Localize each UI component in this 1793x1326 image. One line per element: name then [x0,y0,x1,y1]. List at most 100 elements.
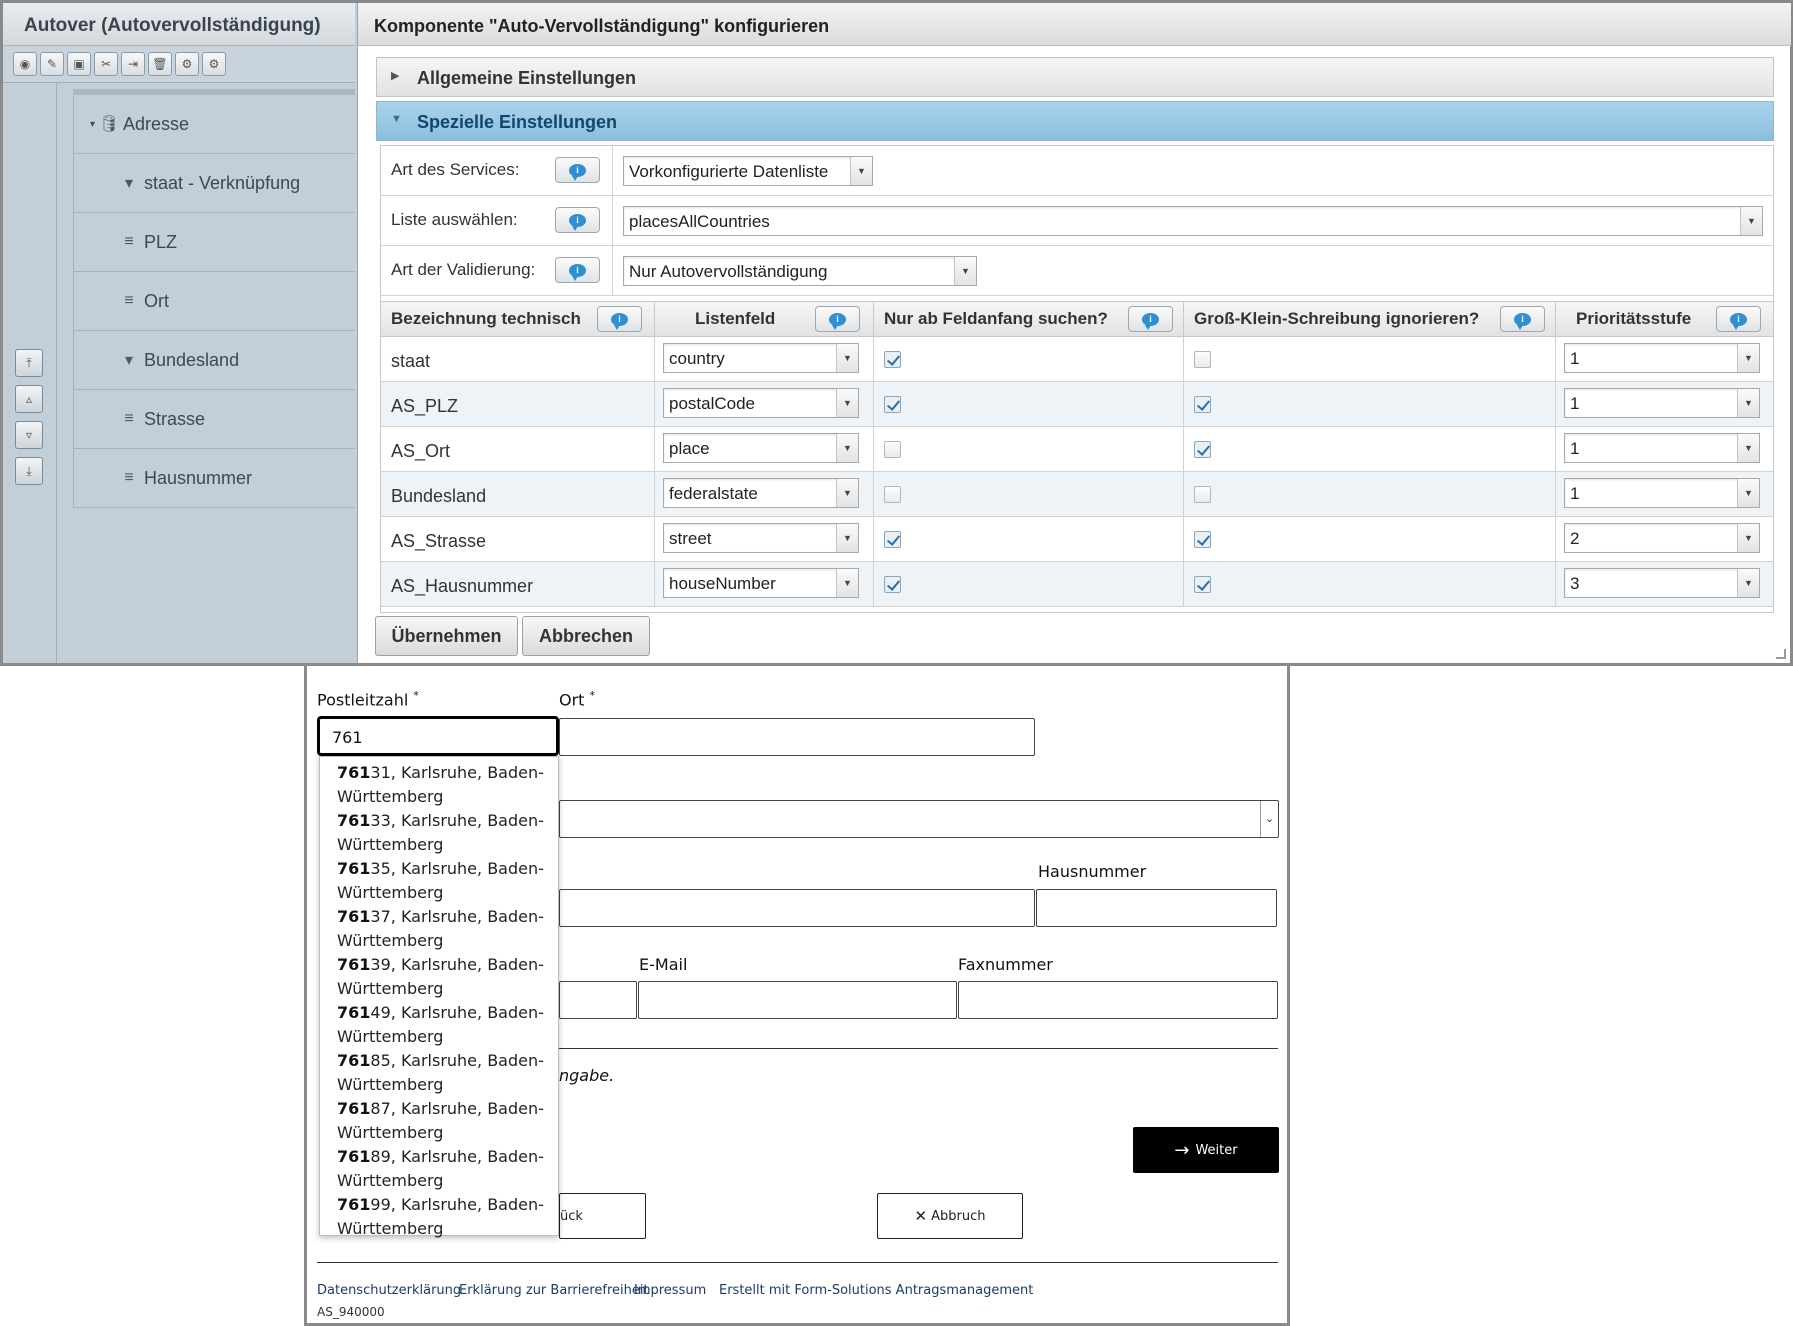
chevron-down-icon[interactable]: ▼ [836,434,858,462]
help-icon[interactable]: i [1128,306,1173,332]
column-header-case[interactable]: Groß-Klein-Schreibung ignorieren? i [1184,302,1556,337]
list-item[interactable]: 76189, Karlsruhe, Baden-Württemberg [337,1145,558,1193]
priority-select[interactable]: 1 ▼ [1564,388,1760,418]
listfield-select[interactable]: postalCode ▼ [663,388,859,418]
service-select[interactable]: Vorkonfigurierte Datenliste ▼ [623,156,873,186]
help-icon[interactable]: i [555,257,600,283]
list-item[interactable]: 76139, Karlsruhe, Baden-Württemberg [337,953,558,1001]
list-item[interactable]: 76187, Karlsruhe, Baden-Württemberg [337,1097,558,1145]
eye-icon[interactable]: ◉ [13,52,37,76]
list-item[interactable]: 76199, Karlsruhe, Baden-Württemberg [337,1193,558,1241]
chevron-down-icon[interactable]: ▼ [836,524,858,552]
listfield-select[interactable]: federalstate ▼ [663,478,859,508]
tree-node-bundesland[interactable]: ▾ Bundesland [73,331,355,390]
list-item[interactable]: 76135, Karlsruhe, Baden-Württemberg [337,857,558,905]
prefix-checkbox[interactable] [884,576,901,593]
prefix-checkbox[interactable] [884,351,901,368]
move-top-icon[interactable]: ⤒ [15,349,43,377]
list-item[interactable]: 76131, Karlsruhe, Baden-Württemberg [337,761,558,809]
column-header-priority[interactable]: Prioritätsstufe i [1556,302,1773,337]
tree-node-adresse[interactable]: ▾ 🛢 Adresse [73,95,355,154]
chevron-down-icon[interactable]: ▼ [836,344,858,372]
list-item[interactable]: 76133, Karlsruhe, Baden-Württemberg [337,809,558,857]
telefon-input[interactable] [559,981,637,1019]
tree-node-ort[interactable]: ≡ Ort [73,272,355,331]
column-header-listfield[interactable]: Listenfeld i [655,302,874,337]
cancel-button[interactable]: Abbrechen [522,616,650,656]
help-icon[interactable]: i [597,306,642,332]
chevron-down-icon[interactable]: ▼ [836,569,858,597]
case-checkbox[interactable] [1194,441,1211,458]
prefix-checkbox[interactable] [884,396,901,413]
trash-icon[interactable]: 🗑 [148,52,172,76]
case-checkbox[interactable] [1194,351,1211,368]
apply-button[interactable]: Übernehmen [375,616,518,656]
help-icon[interactable]: i [1716,306,1761,332]
chevron-down-icon[interactable]: ▼ [1737,434,1759,462]
help-icon[interactable]: i [1500,306,1545,332]
chevron-down-icon[interactable]: ▼ [954,257,976,285]
listfield-select[interactable]: place ▼ [663,433,859,463]
strasse-input[interactable] [559,889,1035,927]
prefix-checkbox[interactable] [884,531,901,548]
column-header-prefix[interactable]: Nur ab Feldanfang suchen? i [874,302,1184,337]
footer-link-accessibility[interactable]: Erklärung zur Barrierefreiheit [459,1283,649,1298]
listfield-select[interactable]: country ▼ [663,343,859,373]
abbruch-button[interactable]: ✕ Abbruch [877,1193,1023,1239]
gear-icon[interactable]: ⚙ [202,52,226,76]
list-item[interactable]: 76149, Karlsruhe, Baden-Württemberg [337,1001,558,1049]
chevron-down-icon[interactable]: ▼ [1737,524,1759,552]
priority-select[interactable]: 1 ▼ [1564,433,1760,463]
chevron-down-icon[interactable]: ▼ [1737,344,1759,372]
pin-icon[interactable]: ✂ [94,52,118,76]
prefix-checkbox[interactable] [884,486,901,503]
tree-node-staat[interactable]: ▾ staat - Verknüpfung [73,154,355,213]
list-item[interactable]: 76185, Karlsruhe, Baden-Württemberg [337,1049,558,1097]
ort-input[interactable] [559,718,1035,756]
weiter-button[interactable]: → Weiter [1133,1127,1279,1173]
priority-select[interactable]: 3 ▼ [1564,568,1760,598]
chevron-down-icon[interactable]: ▼ [836,389,858,417]
expand-arrow-icon[interactable]: ▾ [90,119,95,130]
priority-select[interactable]: 1 ▼ [1564,478,1760,508]
help-icon[interactable]: i [555,207,600,233]
case-checkbox[interactable] [1194,531,1211,548]
footer-link-imprint[interactable]: Impressum [634,1283,706,1298]
list-select[interactable]: placesAllCountries ▼ [623,206,1763,236]
chevron-down-icon[interactable]: ▼ [1737,569,1759,597]
tree-node-plz[interactable]: ≡ PLZ [73,213,355,272]
chevron-down-icon[interactable]: ▼ [1737,479,1759,507]
validation-select[interactable]: Nur Autovervollständigung ▼ [623,256,977,286]
priority-select[interactable]: 1 ▼ [1564,343,1760,373]
chevron-down-icon[interactable]: ⌄ [1260,801,1278,837]
hausnummer-input[interactable] [1036,889,1277,927]
save-icon[interactable]: ▣ [67,52,91,76]
listfield-select[interactable]: houseNumber ▼ [663,568,859,598]
footer-link-form-solutions[interactable]: Erstellt mit Form-Solutions Antragsmanag… [719,1283,1033,1298]
help-icon[interactable]: i [555,157,600,183]
case-checkbox[interactable] [1194,486,1211,503]
resize-grip-icon[interactable] [1776,649,1786,659]
list-item[interactable]: 76137, Karlsruhe, Baden-Württemberg [337,905,558,953]
prefix-checkbox[interactable] [884,441,901,458]
chevron-down-icon[interactable]: ▼ [1737,389,1759,417]
chevron-down-icon[interactable]: ▼ [850,157,872,185]
export-icon[interactable]: ⇥ [121,52,145,76]
priority-select[interactable]: 2 ▼ [1564,523,1760,553]
case-checkbox[interactable] [1194,396,1211,413]
tree-node-strasse[interactable]: ≡ Strasse [73,390,355,449]
cogs-icon[interactable]: ⚙ [175,52,199,76]
move-up-icon[interactable]: ▵ [15,385,43,413]
plz-input[interactable]: 761 [317,716,559,756]
column-header-technical[interactable]: Bezeichnung technisch i [381,302,655,337]
footer-link-privacy[interactable]: Datenschutzerklärung [317,1283,461,1298]
help-icon[interactable]: i [815,306,860,332]
listfield-select[interactable]: street ▼ [663,523,859,553]
case-checkbox[interactable] [1194,576,1211,593]
move-bottom-icon[interactable]: ⤓ [15,457,43,485]
fax-input[interactable] [958,981,1278,1019]
edit-icon[interactable]: ✎ [40,52,64,76]
bundesland-select[interactable]: ⌄ [559,800,1279,838]
move-down-icon[interactable]: ▿ [15,421,43,449]
chevron-down-icon[interactable]: ▼ [1740,207,1762,235]
